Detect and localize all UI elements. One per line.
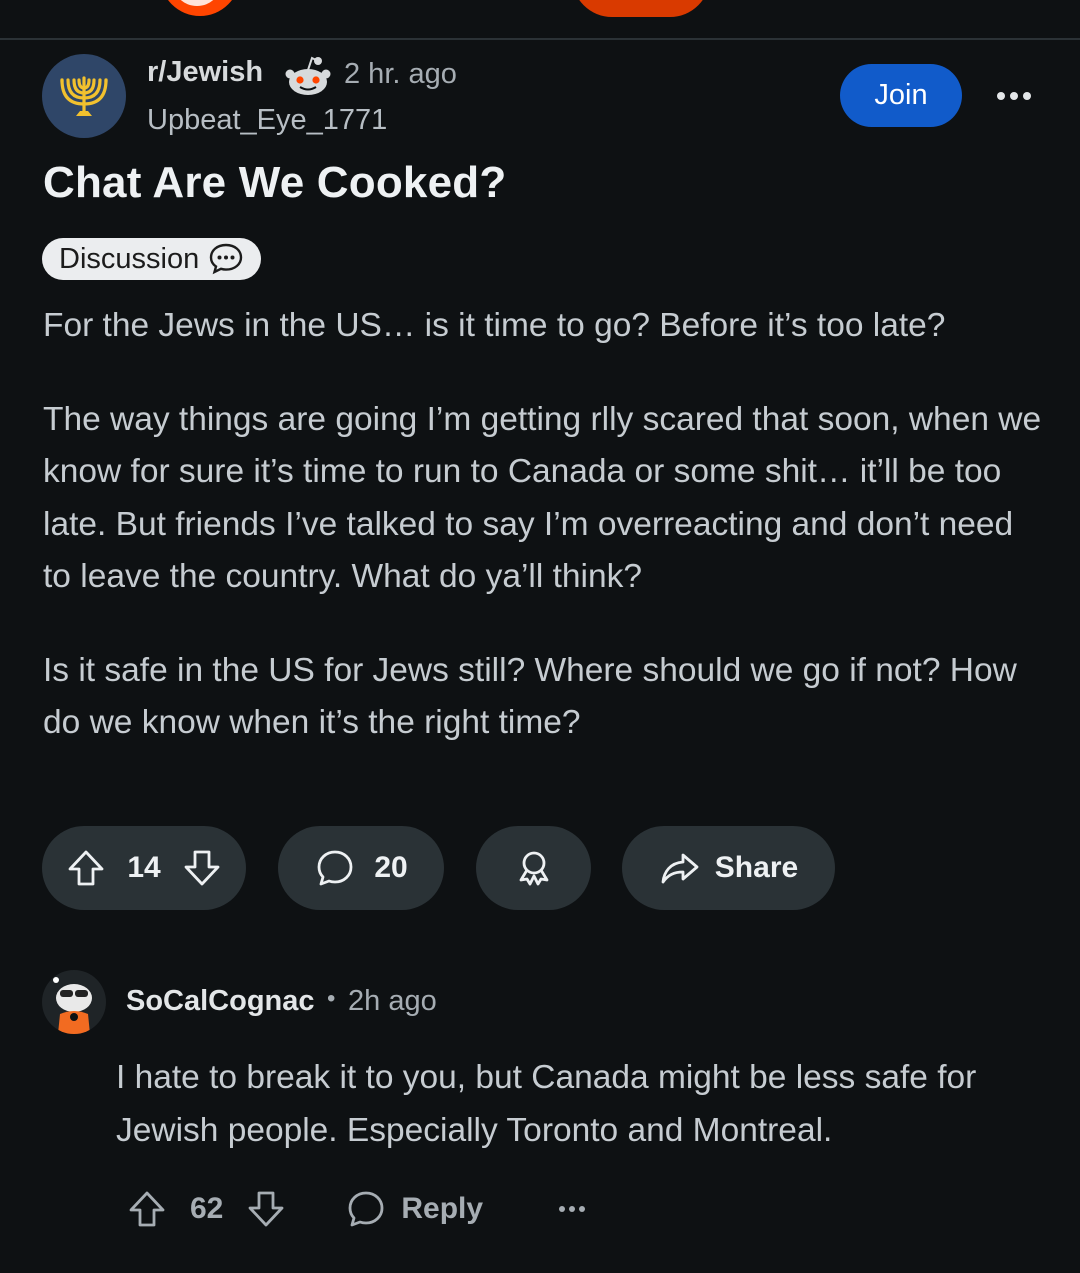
comment-author-avatar[interactable] — [42, 970, 106, 1034]
downvote-icon[interactable] — [181, 847, 223, 889]
comment-author[interactable]: SoCalCognac — [126, 985, 315, 1018]
separator-dot: • — [327, 985, 336, 1012]
reply-icon — [348, 1191, 384, 1227]
vote-bar: 14 — [42, 826, 246, 910]
subreddit-avatar[interactable] — [42, 54, 126, 138]
downvote-icon[interactable] — [245, 1188, 287, 1230]
reply-button[interactable]: Reply — [345, 1188, 483, 1230]
post-body: For the Jews in the US… is it time to go… — [43, 300, 1043, 791]
award-icon — [519, 851, 548, 886]
post-paragraph: Is it safe in the US for Jews still? Whe… — [43, 651, 1017, 742]
more-icon-dot — [579, 1206, 586, 1212]
more-icon-dot — [1010, 92, 1018, 100]
post-title[interactable]: Chat Are We Cooked? — [43, 158, 506, 208]
comment-score: 62 — [190, 1192, 224, 1225]
comment-text: I hate to break it to you, but Canada mi… — [116, 1059, 977, 1149]
join-button[interactable]: Join — [840, 64, 962, 127]
divider — [0, 38, 1080, 40]
comment-actions: 62 Reply — [126, 1184, 586, 1234]
more-icon-dot — [569, 1206, 576, 1212]
post-score: 14 — [127, 851, 161, 884]
share-icon — [661, 853, 699, 884]
comment-count: 20 — [374, 851, 408, 884]
more-icon — [997, 92, 1005, 100]
avatar-icon — [53, 977, 92, 1034]
award-button[interactable] — [476, 826, 591, 910]
share-button[interactable]: Share — [622, 826, 835, 910]
top-tab-partial[interactable] — [572, 0, 710, 17]
comments-button[interactable]: 20 — [278, 826, 444, 910]
comment-time: 2h ago — [348, 985, 437, 1017]
comment-icon — [317, 850, 353, 886]
upvote-icon[interactable] — [126, 1188, 168, 1230]
reply-label: Reply — [401, 1192, 484, 1225]
flair-label: Discussion — [59, 242, 200, 275]
more-icon-dot — [1023, 92, 1031, 100]
speech-bubble-icon — [210, 243, 243, 275]
post-author[interactable]: Upbeat_Eye_1771 — [147, 104, 387, 137]
more-icon — [559, 1206, 566, 1212]
comment-more-button[interactable] — [559, 1206, 586, 1212]
reddit-post-page: r/Jewish 2 hr. ago Upbeat_Eye_1771 Join … — [0, 0, 1080, 1273]
post-flair[interactable]: Discussion — [42, 238, 262, 280]
post-time: 2 hr. ago — [344, 58, 457, 90]
post-paragraph: For the Jews in the US… is it time to go… — [43, 307, 946, 344]
share-label: Share — [714, 851, 799, 884]
top-app-bar — [0, 0, 1080, 38]
subreddit-name[interactable]: r/Jewish — [147, 56, 263, 89]
snoo-icon — [285, 56, 331, 95]
app-logo-partial[interactable] — [160, 0, 240, 16]
more-options-button[interactable] — [990, 76, 1038, 116]
upvote-icon[interactable] — [65, 847, 107, 889]
menorah-icon — [60, 76, 108, 116]
post-paragraph: The way things are going I’m getting rll… — [43, 400, 1042, 596]
